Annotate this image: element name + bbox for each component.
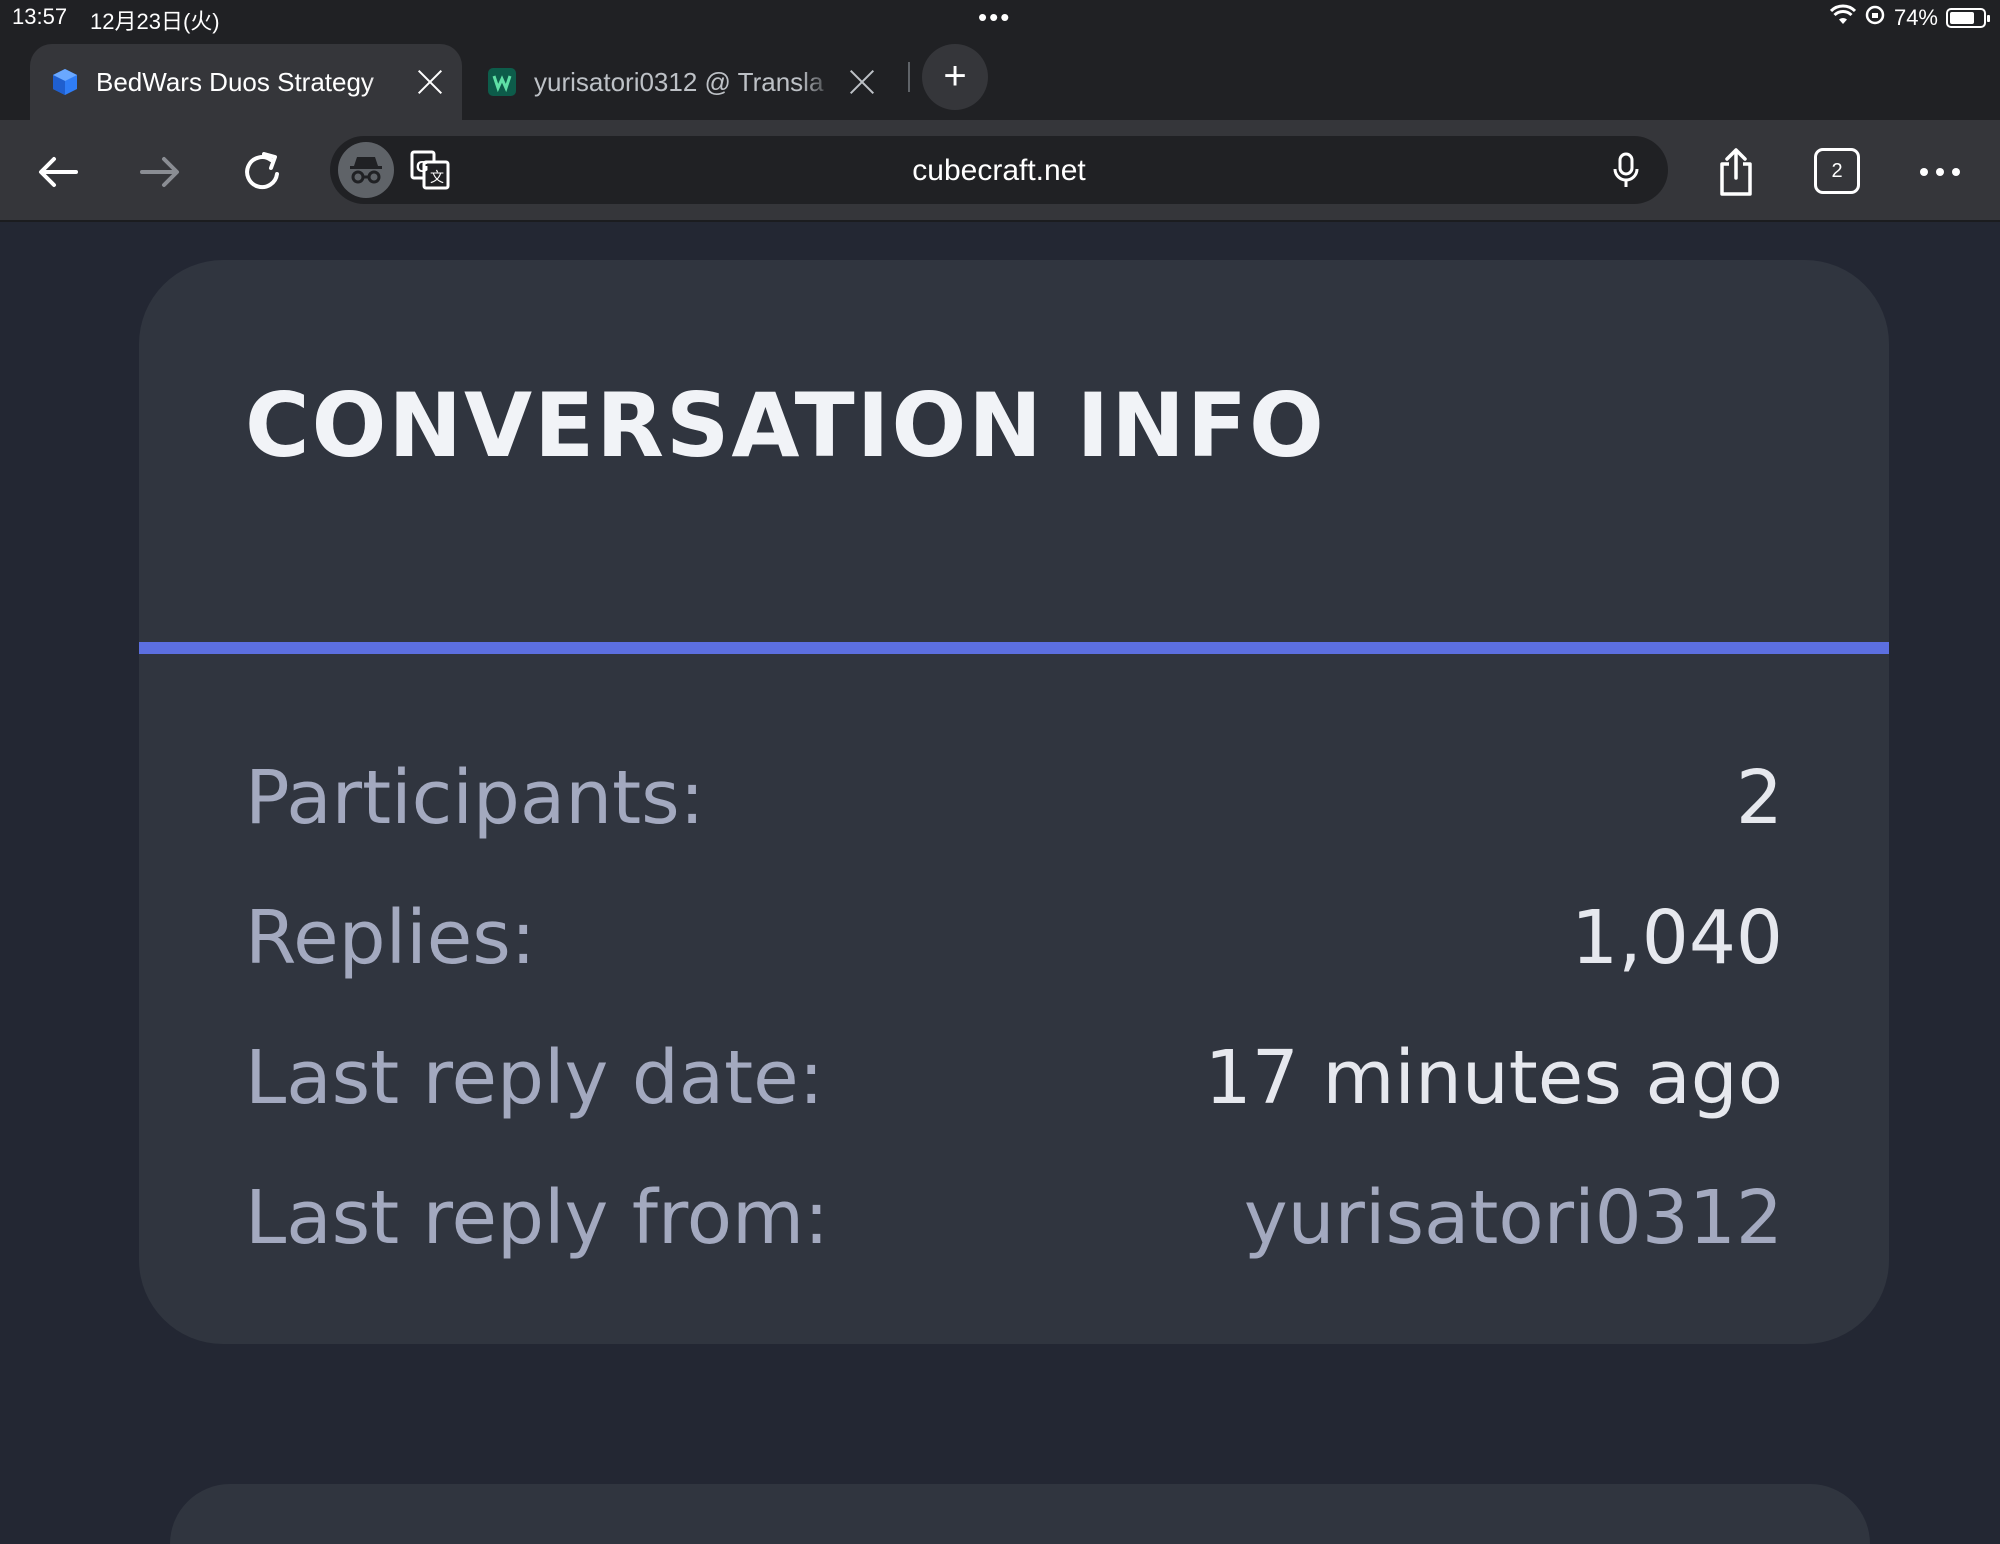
back-button[interactable]	[30, 144, 86, 200]
microphone-icon[interactable]	[1606, 150, 1646, 190]
share-button[interactable]	[1708, 144, 1764, 200]
tab-switcher-button[interactable]: 2	[1814, 148, 1860, 194]
forward-button[interactable]	[132, 144, 188, 200]
status-time: 13:57	[12, 4, 68, 29]
tab-divider	[908, 62, 910, 92]
tab-strip: BedWars Duos Strategy yurisatori0312 @ T…	[0, 36, 2000, 120]
info-row-last-reply-date: Last reply date: 17 minutes ago	[245, 1008, 1783, 1148]
next-card-edge	[170, 1484, 1870, 1544]
status-bar: 13:57 12月23日(火) ••• 74%	[0, 0, 2000, 36]
multitasking-dots-icon[interactable]: •••	[978, 4, 1011, 30]
info-value: 17 minutes ago	[1204, 1035, 1783, 1121]
page-content: CONVERSATION INFO Participants: 2 Replie…	[0, 222, 2000, 1544]
card-title: CONVERSATION INFO	[245, 374, 1326, 477]
info-label: Participants:	[245, 755, 705, 841]
tab-label: yurisatori0312 @ Transla	[534, 66, 824, 97]
tab-label: BedWars Duos Strategy	[96, 66, 374, 97]
status-date: 12月23日(火)	[90, 9, 220, 34]
tab-translate[interactable]: yurisatori0312 @ Transla	[470, 44, 890, 120]
tab-bedwars[interactable]: BedWars Duos Strategy	[30, 44, 462, 120]
address-bar[interactable]: G文 cubecraft.net	[330, 136, 1668, 204]
conversation-info-card: CONVERSATION INFO Participants: 2 Replie…	[139, 260, 1889, 1344]
info-value: 2	[1735, 755, 1783, 841]
translate-site-icon	[488, 68, 516, 96]
status-right: 74%	[1829, 4, 1990, 32]
info-row-replies: Replies: 1,040	[245, 868, 1783, 1008]
orientation-lock-icon	[1864, 4, 1886, 32]
reload-button[interactable]	[234, 144, 290, 200]
more-dots-icon	[1920, 168, 1960, 176]
info-list: Participants: 2 Replies: 1,040 Last repl…	[245, 728, 1783, 1288]
accent-divider	[139, 642, 1889, 654]
close-icon[interactable]	[848, 68, 876, 96]
new-tab-button[interactable]: +	[922, 44, 988, 110]
url-text[interactable]: cubecraft.net	[330, 154, 1668, 188]
back-arrow-icon	[39, 157, 78, 187]
info-row-last-reply-from: Last reply from: yurisatori0312	[245, 1148, 1783, 1288]
share-icon	[1720, 148, 1752, 196]
info-label: Replies:	[245, 895, 536, 981]
battery-percent: 74%	[1893, 5, 1938, 30]
info-label: Last reply from:	[245, 1175, 829, 1261]
info-row-participants: Participants: 2	[245, 728, 1783, 868]
info-value: 1,040	[1571, 895, 1783, 981]
cube-icon	[53, 69, 77, 95]
reload-icon	[245, 152, 279, 190]
more-menu-button[interactable]	[1912, 144, 1968, 200]
forward-arrow-icon	[140, 157, 179, 187]
battery-fill	[1950, 12, 1974, 24]
wifi-icon	[1829, 4, 1857, 32]
battery-icon	[1946, 8, 1990, 28]
info-label: Last reply date:	[245, 1035, 824, 1121]
last-reply-user-link[interactable]: yurisatori0312	[1244, 1175, 1783, 1261]
close-icon[interactable]	[416, 68, 444, 96]
toolbar: G文 cubecraft.net 2	[0, 120, 2000, 222]
